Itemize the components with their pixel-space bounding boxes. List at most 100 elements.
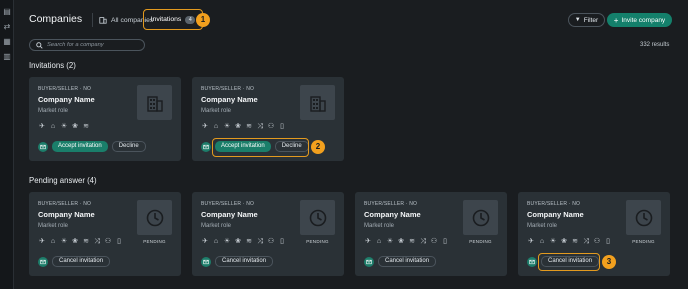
building-icon xyxy=(146,95,163,112)
card-market-role: Market role xyxy=(527,223,558,229)
wind-icon: ✈ xyxy=(39,123,45,130)
plus-icon: + xyxy=(613,15,619,25)
filter-button[interactable]: ▼ Filter xyxy=(568,13,605,27)
card-company-name: Company Name xyxy=(201,95,258,104)
header-divider xyxy=(92,13,93,27)
card-market-role: Market role xyxy=(201,108,232,114)
shuffle-icon: ⤨ xyxy=(94,238,100,245)
shuffle-icon: ⤨ xyxy=(257,123,263,130)
battery-icon: ▯ xyxy=(280,238,284,245)
page-header: Companies All companies Invitations 4 1 … xyxy=(14,0,688,40)
bank-icon: ⌂ xyxy=(539,238,545,245)
hub-icon: ⚇ xyxy=(267,123,275,130)
status-label: PENDING xyxy=(469,239,492,244)
page-title: Companies xyxy=(29,13,83,25)
card-actions: Accept invitation Decline xyxy=(38,141,146,152)
invitations-count-badge: 4 xyxy=(185,15,196,24)
card-company-name: Company Name xyxy=(201,210,258,219)
section-title-pending: Pending answer (4) xyxy=(29,176,97,185)
card-market-role: Market role xyxy=(201,223,232,229)
leaf-icon: ❀ xyxy=(235,238,241,245)
document-icon[interactable]: ▥ xyxy=(3,53,11,61)
bank-icon: ⌂ xyxy=(50,123,56,130)
leaf-icon: ❀ xyxy=(398,238,404,245)
menu-icon[interactable]: ▤ xyxy=(3,8,11,16)
callout-3: 3 xyxy=(602,255,616,269)
card-role: BUYER/SELLER · NO xyxy=(201,201,255,207)
market-icons: ✈ ⌂ ☀ ❀ ≋ ⤨ ⚇ ▯ xyxy=(201,238,286,246)
leaf-icon: ❀ xyxy=(235,123,241,130)
pending-thumbnail xyxy=(626,200,661,235)
hub-icon: ⚇ xyxy=(430,238,438,245)
tab-invitations-label: Invitations xyxy=(150,16,182,23)
shuffle-icon: ⤨ xyxy=(583,238,589,245)
invitation-card: BUYER/SELLER · NO Company Name Market ro… xyxy=(29,77,181,161)
accept-invitation-button[interactable]: Accept invitation xyxy=(215,141,271,152)
pending-thumbnail xyxy=(300,200,335,235)
cancel-invitation-button[interactable]: Cancel invitation xyxy=(541,256,600,267)
bank-icon: ⌂ xyxy=(213,238,219,245)
waves-icon: ≋ xyxy=(409,238,415,245)
card-market-role: Market role xyxy=(38,108,69,114)
search-box[interactable] xyxy=(29,39,145,51)
pending-card: BUYER/SELLER · NO Company Name Market ro… xyxy=(29,192,181,276)
card-actions: Cancel invitation xyxy=(38,256,111,267)
transfer-icon[interactable]: ⇄ xyxy=(3,23,11,31)
card-company-name: Company Name xyxy=(364,210,421,219)
shuffle-icon: ⤨ xyxy=(420,238,426,245)
cancel-invitation-button[interactable]: Cancel invitation xyxy=(215,256,274,267)
sun-icon: ☀ xyxy=(223,123,231,130)
hub-icon: ⚇ xyxy=(104,238,112,245)
waves-icon: ≋ xyxy=(572,238,578,245)
tab-invitations[interactable]: Invitations 4 xyxy=(143,9,203,30)
battery-icon: ▯ xyxy=(117,238,121,245)
callout-1: 1 xyxy=(196,13,210,27)
invite-company-label: Invite company xyxy=(621,16,666,24)
leaf-icon: ❀ xyxy=(561,238,567,245)
pending-thumbnail xyxy=(137,200,172,235)
hub-icon: ⚇ xyxy=(267,238,275,245)
card-actions: Cancel invitation xyxy=(364,256,437,267)
search-input[interactable] xyxy=(47,42,142,48)
market-icons: ✈ ⌂ ☀ ❀ ≋ ⤨ ⚇ ▯ xyxy=(201,123,286,131)
wind-icon: ✈ xyxy=(365,238,371,245)
section-title-invitations: Invitations (2) xyxy=(29,61,76,70)
card-role: BUYER/SELLER · NO xyxy=(527,201,581,207)
sun-icon: ☀ xyxy=(223,238,231,245)
pending-card: BUYER/SELLER · NO Company Name Market ro… xyxy=(355,192,507,276)
card-market-role: Market role xyxy=(38,223,69,229)
sun-icon: ☀ xyxy=(60,123,68,130)
card-role: BUYER/SELLER · NO xyxy=(201,86,255,92)
accept-invitation-button[interactable]: Accept invitation xyxy=(52,141,108,152)
card-role: BUYER/SELLER · NO xyxy=(38,86,92,92)
building-icon[interactable]: ▦ xyxy=(3,38,11,46)
decline-button[interactable]: Decline xyxy=(274,141,309,152)
mail-icon xyxy=(201,141,211,152)
card-role: BUYER/SELLER · NO xyxy=(38,201,92,207)
market-icons: ✈ ⌂ ☀ ❀ ≋ xyxy=(38,123,90,131)
cancel-invitation-button[interactable]: Cancel invitation xyxy=(378,256,437,267)
shuffle-icon: ⤨ xyxy=(257,238,263,245)
card-company-name: Company Name xyxy=(38,210,95,219)
bank-icon: ⌂ xyxy=(50,238,56,245)
waves-icon: ≋ xyxy=(83,238,89,245)
results-count: 332 results xyxy=(640,42,670,48)
filter-label: Filter xyxy=(583,16,599,24)
clock-icon xyxy=(635,209,652,226)
card-company-name: Company Name xyxy=(38,95,95,104)
invite-company-button[interactable]: + Invite company xyxy=(607,13,672,27)
decline-button[interactable]: Decline xyxy=(111,141,146,152)
card-actions: Accept invitation Decline xyxy=(201,141,309,152)
mail-icon xyxy=(38,256,48,267)
pending-card: BUYER/SELLER · NO Company Name Market ro… xyxy=(192,192,344,276)
status-label: PENDING xyxy=(306,239,329,244)
waves-icon: ≋ xyxy=(83,123,89,130)
clock-icon xyxy=(309,209,326,226)
wind-icon: ✈ xyxy=(528,238,534,245)
company-thumbnail xyxy=(137,85,172,120)
status-label: PENDING xyxy=(143,239,166,244)
battery-icon: ▯ xyxy=(280,123,284,130)
cancel-invitation-button[interactable]: Cancel invitation xyxy=(52,256,111,267)
building-icon xyxy=(99,17,107,24)
mail-icon xyxy=(364,256,374,267)
